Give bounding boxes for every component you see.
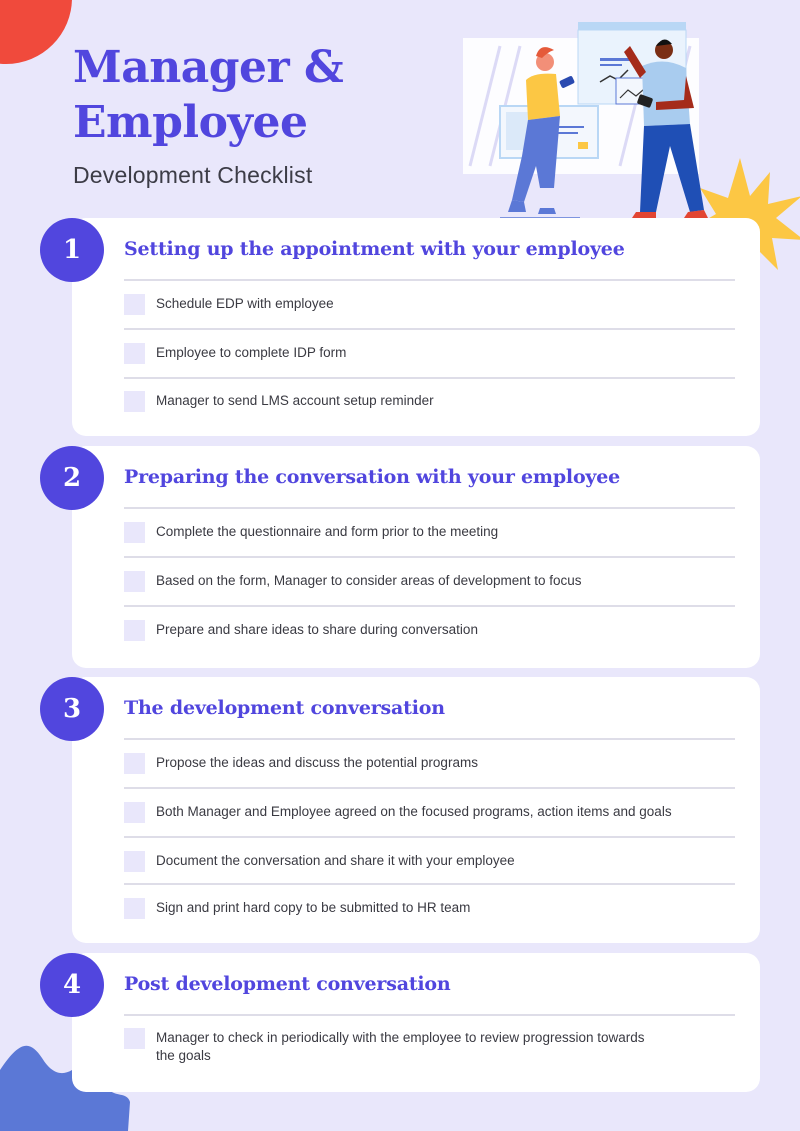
checklist-item-label: Propose the ideas and discuss the potent… <box>156 755 478 770</box>
divider <box>124 556 735 558</box>
checklist-section-2: Preparing the conversation with your emp… <box>72 446 760 668</box>
decorative-red-circle <box>0 0 72 64</box>
divider <box>124 507 735 509</box>
collaboration-illustration <box>463 22 708 219</box>
divider <box>124 1014 735 1016</box>
checkbox[interactable] <box>124 343 145 364</box>
checklist-item-label: Based on the form, Manager to consider a… <box>156 573 582 588</box>
checklist-item-label: Both Manager and Employee agreed on the … <box>156 804 672 819</box>
checkbox[interactable] <box>124 522 145 543</box>
page-subtitle: Development Checklist <box>73 162 313 188</box>
divider <box>124 836 735 838</box>
checkbox[interactable] <box>124 620 145 641</box>
section-title: Post development conversation <box>124 973 451 995</box>
page-title: Manager & Employee <box>73 40 344 150</box>
checklist-item: Propose the ideas and discuss the potent… <box>124 753 724 774</box>
divider <box>124 787 735 789</box>
divider <box>124 738 735 740</box>
section-number-badge: 1 <box>40 218 104 282</box>
checkbox[interactable] <box>124 753 145 774</box>
checklist-item: Manager to send LMS account setup remind… <box>124 391 724 412</box>
checklist-item: Prepare and share ideas to share during … <box>124 620 724 641</box>
checklist-item-label: Document the conversation and share it w… <box>156 853 515 868</box>
section-title: Preparing the conversation with your emp… <box>124 466 621 488</box>
checklist-item: Manager to check in periodically with th… <box>124 1028 664 1065</box>
checklist-item: Sign and print hard copy to be submitted… <box>124 898 724 919</box>
checklist-item: Schedule EDP with employee <box>124 294 724 315</box>
checklist-section-4: Post development conversation Manager to… <box>72 953 760 1092</box>
divider <box>124 883 735 885</box>
section-number-badge: 2 <box>40 446 104 510</box>
checklist-item-label: Manager to check in periodically with th… <box>156 1030 645 1063</box>
checklist-item: Employee to complete IDP form <box>124 343 724 364</box>
checkbox[interactable] <box>124 1028 145 1049</box>
section-number-badge: 3 <box>40 677 104 741</box>
section-number-badge: 4 <box>40 953 104 1017</box>
checklist-item-label: Manager to send LMS account setup remind… <box>156 393 434 408</box>
section-title: Setting up the appointment with your emp… <box>124 238 625 260</box>
checklist-item-label: Employee to complete IDP form <box>156 345 347 360</box>
title-line-1: Manager & <box>73 42 344 93</box>
checklist-section-3: The development conversation Propose the… <box>72 677 760 943</box>
checklist-item-label: Complete the questionnaire and form prio… <box>156 524 499 539</box>
checklist-item: Document the conversation and share it w… <box>124 851 724 872</box>
checkbox[interactable] <box>124 391 145 412</box>
divider <box>124 377 735 379</box>
checklist-section-1: Setting up the appointment with your emp… <box>72 218 760 436</box>
checkbox[interactable] <box>124 851 145 872</box>
title-line-2: Employee <box>73 97 308 148</box>
checklist-item-label: Prepare and share ideas to share during … <box>156 622 478 637</box>
checklist-item-label: Schedule EDP with employee <box>156 296 334 311</box>
checklist-item: Both Manager and Employee agreed on the … <box>124 802 724 823</box>
checklist-item: Based on the form, Manager to consider a… <box>124 571 724 592</box>
checkbox[interactable] <box>124 898 145 919</box>
checkbox[interactable] <box>124 571 145 592</box>
divider <box>124 605 735 607</box>
checkbox[interactable] <box>124 294 145 315</box>
divider <box>124 328 735 330</box>
section-title: The development conversation <box>124 697 445 719</box>
checklist-item: Complete the questionnaire and form prio… <box>124 522 724 543</box>
checklist-item-label: Sign and print hard copy to be submitted… <box>156 900 471 915</box>
checkbox[interactable] <box>124 802 145 823</box>
divider <box>124 279 735 281</box>
